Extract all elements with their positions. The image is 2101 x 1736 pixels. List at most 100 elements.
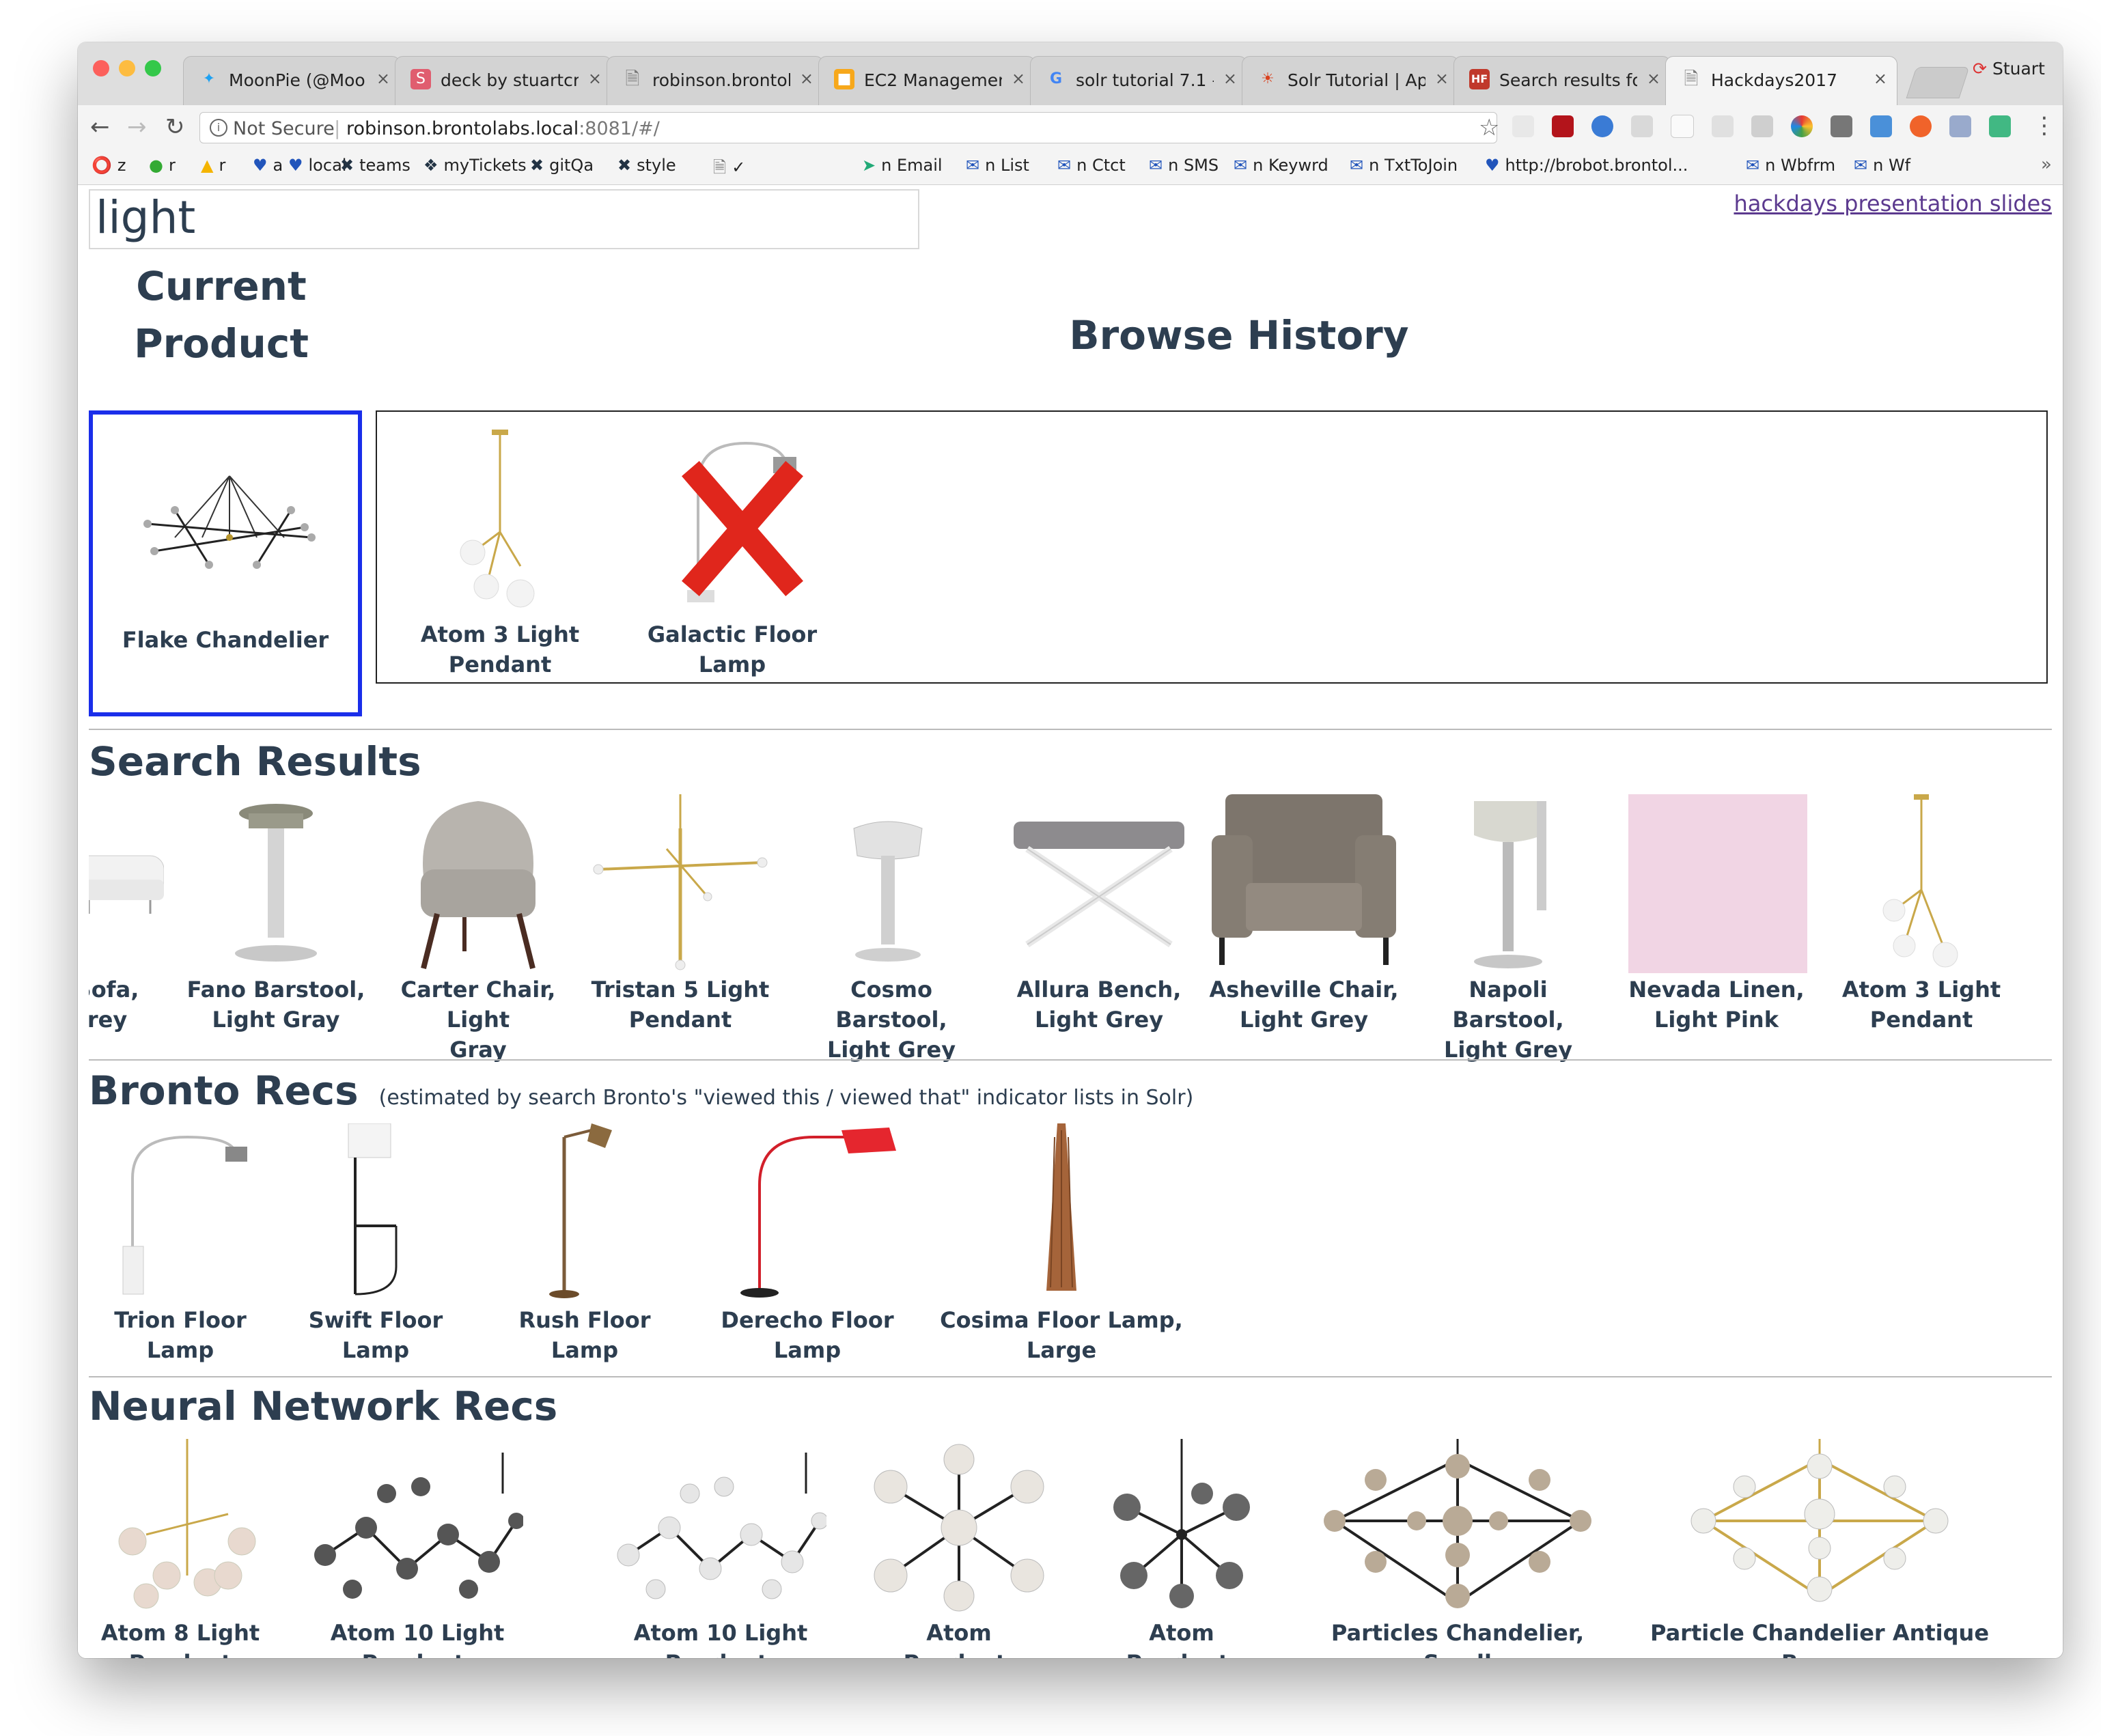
- search-result-name: Carter Chair, Light Gray: [400, 977, 556, 1063]
- bookmark-star-icon[interactable]: ☆: [1479, 114, 1499, 141]
- tab-ec2[interactable]: ■ EC2 Management ×: [818, 56, 1035, 105]
- bookmark-item[interactable]: 🗎 ✓: [713, 156, 745, 184]
- search-result-item[interactable]: Carter Chair, Light Gray: [376, 794, 581, 1063]
- slides-s-icon: S: [411, 69, 431, 89]
- info-icon[interactable]: i: [210, 119, 227, 137]
- bookmark-item[interactable]: ✖ gitQa: [530, 156, 594, 175]
- search-result-name: Fano Barstool, Light Gray: [186, 977, 365, 1033]
- extension-icon[interactable]: [1910, 115, 1932, 137]
- color-wheel-icon[interactable]: [1791, 115, 1813, 137]
- new-tab-button[interactable]: [1906, 67, 1970, 98]
- more-bookmarks-icon[interactable]: »: [2041, 154, 2052, 175]
- bookmark-item[interactable]: ✖ teams: [340, 156, 411, 175]
- minimize-window-button[interactable]: [119, 60, 135, 76]
- close-icon[interactable]: ×: [376, 69, 390, 88]
- current-product-card[interactable]: Flake Chandelier: [89, 410, 362, 716]
- url-text[interactable]: robinson.brontolabs.local:8081/#/: [346, 118, 660, 139]
- extension-icon[interactable]: [1712, 115, 1734, 137]
- search-result-item[interactable]: Cosmo Barstool, Light Grey: [792, 794, 990, 1063]
- ublock-icon[interactable]: [1552, 115, 1574, 137]
- bookmark-item[interactable]: ✉ n Wf: [1854, 156, 1910, 175]
- tab-hackdays[interactable]: 🗎 Hackdays2017 ×: [1665, 56, 1897, 105]
- tab-solr-tutorial-google[interactable]: G solr tutorial 7.1 - G ×: [1030, 56, 1247, 105]
- bookmark-item[interactable]: ✉ n List: [966, 156, 1029, 175]
- menu-icon[interactable]: ⋮: [2033, 112, 2056, 139]
- tab-title: Solr Tutorial | Apa: [1288, 70, 1425, 90]
- bookmark-item[interactable]: ▲ r: [201, 156, 225, 175]
- close-icon[interactable]: ×: [1223, 69, 1237, 88]
- opera-icon: ⭕: [92, 156, 112, 175]
- search-result-item[interactable]: Asheville Chair, Light Grey: [1205, 794, 1403, 1054]
- bookmark-item[interactable]: ❖ myTickets: [423, 156, 527, 175]
- extension-icon[interactable]: [1671, 115, 1694, 138]
- neural-rec-item[interactable]: Particles Chandelier, Small: [1307, 1439, 1608, 1658]
- search-result-item[interactable]: Fano Barstool, Light Gray: [180, 794, 372, 1054]
- search-result-item[interactable]: Sofa, rey: [89, 794, 164, 1054]
- bookmark-item[interactable]: ➤ n Email: [862, 156, 943, 175]
- search-input[interactable]: light: [89, 189, 919, 249]
- tab-solr-tutorial-apache[interactable]: ☀ Solr Tutorial | Apa ×: [1242, 56, 1459, 105]
- tab-title: Search results for: [1499, 70, 1637, 90]
- search-result-item[interactable]: Allura Bench, Light Grey: [1007, 794, 1191, 1054]
- bookmark-item[interactable]: ● r: [149, 156, 176, 175]
- search-result-name: Asheville Chair, Light Grey: [1209, 977, 1399, 1033]
- history-item[interactable]: Galactic Floor Lamp: [623, 430, 841, 677]
- bookmark-item[interactable]: ♥ local: [288, 156, 346, 175]
- bookmark-item[interactable]: ✉ n Wbfrm: [1746, 156, 1835, 175]
- tab-robinson[interactable]: 🗎 robinson.brontola ×: [607, 56, 824, 105]
- bookmark-item[interactable]: ✉ n Keywrd: [1234, 156, 1328, 175]
- extension-icon[interactable]: [1751, 115, 1773, 137]
- search-result-item[interactable]: Napoli Barstool, Light Grey: [1413, 794, 1604, 1063]
- bronto-rec-item[interactable]: Rush Floor Lamp: [496, 1123, 673, 1363]
- search-result-item[interactable]: Atom 3 Light Pendant: [1829, 794, 2014, 1054]
- tab-deck[interactable]: S deck by stuartcro ×: [395, 56, 612, 105]
- tab-search-results[interactable]: HF Search results for ×: [1453, 56, 1671, 105]
- zoom-window-button[interactable]: [145, 60, 161, 76]
- bronto-rec-item[interactable]: Trion Floor Lamp: [92, 1123, 269, 1363]
- close-icon[interactable]: ×: [588, 69, 602, 88]
- close-icon[interactable]: ×: [1647, 69, 1660, 88]
- close-window-button[interactable]: [93, 60, 109, 76]
- profile-button[interactable]: ⟳ Stuart: [1973, 59, 2045, 79]
- close-icon[interactable]: ×: [800, 69, 813, 88]
- back-arrow-icon[interactable]: ←: [90, 113, 110, 141]
- bookmark-item[interactable]: ♥ a: [253, 156, 283, 175]
- extension-icon[interactable]: [1949, 115, 1971, 137]
- floor-lamp-image: [740, 1128, 896, 1298]
- bronto-rec-item[interactable]: Swift Floor Lamp: [287, 1123, 464, 1363]
- address-bar[interactable]: i Not Secure | robinson.brontolabs.local…: [199, 112, 1499, 143]
- barstool-image: [1474, 801, 1546, 968]
- neural-rec-item[interactable]: Atom 10 Light Pendant, Clear: [587, 1439, 854, 1658]
- bookmark-item[interactable]: ✉ n SMS: [1149, 156, 1219, 175]
- extension-icon[interactable]: [1870, 115, 1892, 137]
- close-icon[interactable]: ×: [1435, 69, 1449, 88]
- bookmark-item[interactable]: ⭕ z: [92, 156, 126, 175]
- search-result-item[interactable]: Tristan 5 Light Pendant: [585, 794, 776, 1054]
- neural-rec-item[interactable]: Atom Pendant, Grey: [1093, 1439, 1270, 1658]
- eyedropper-icon[interactable]: [1831, 115, 1852, 137]
- globe-icon[interactable]: [1591, 115, 1613, 137]
- neural-rec-item[interactable]: Atom 10 Light Pendant, Grey: [284, 1439, 551, 1658]
- search-result-item[interactable]: Nevada Linen, Light Pink: [1617, 794, 1815, 1054]
- bookmark-item[interactable]: ✉ n Ctct: [1057, 156, 1126, 175]
- bookmark-item[interactable]: ♥ http://brobot.brontol...: [1485, 156, 1688, 175]
- vue-icon[interactable]: [1989, 115, 2011, 137]
- bronto-rec-item[interactable]: Derecho Floor Lamp: [705, 1123, 910, 1363]
- history-item[interactable]: Atom 3 Light Pendant: [384, 430, 616, 677]
- close-icon[interactable]: ×: [1874, 69, 1887, 88]
- bookmark-item[interactable]: ✉ n TxtToJoin: [1350, 156, 1458, 175]
- extension-icon[interactable]: [1512, 115, 1534, 137]
- bronto-rec-item[interactable]: Cosima Floor Lamp, Large: [925, 1123, 1198, 1363]
- neural-rec-name: Atom Pendant, Clear: [904, 1620, 1015, 1658]
- bookmark-item[interactable]: ✖ style: [617, 156, 676, 175]
- neural-rec-item[interactable]: Particle Chandelier Antique Brass, Small: [1628, 1439, 2011, 1658]
- presentation-slides-link[interactable]: hackdays presentation slides: [1734, 191, 2052, 216]
- neural-rec-item[interactable]: Atom Pendant, Clear: [870, 1439, 1048, 1658]
- extension-icon[interactable]: [1631, 115, 1653, 137]
- linen-swatch: [1628, 794, 1807, 973]
- neural-rec-item[interactable]: Atom 8 Light Pendant: [92, 1439, 269, 1658]
- tab-twitter[interactable]: ✦ MoonPie (@Moon ×: [183, 56, 400, 105]
- reload-icon[interactable]: ↻: [165, 113, 185, 141]
- forward-arrow-icon[interactable]: →: [127, 113, 147, 141]
- close-icon[interactable]: ×: [1012, 69, 1025, 88]
